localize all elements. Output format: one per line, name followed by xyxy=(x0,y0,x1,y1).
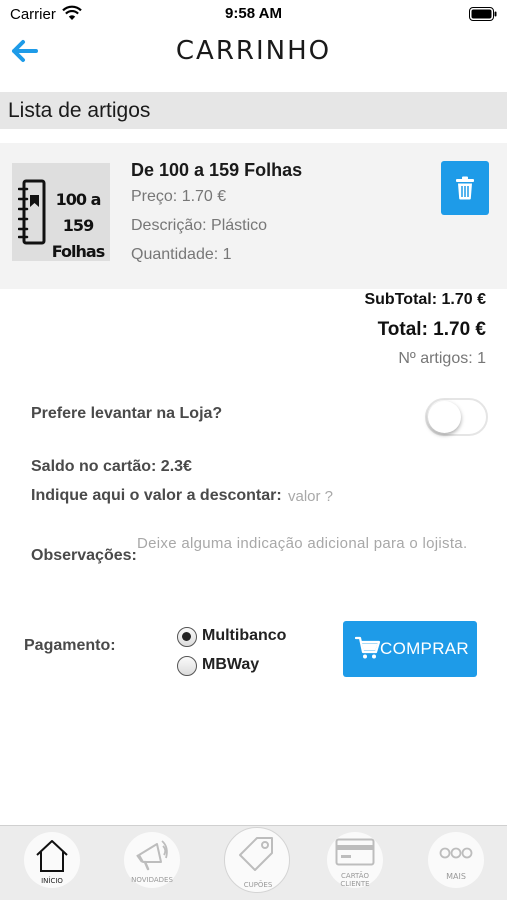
radio-button[interactable] xyxy=(177,627,197,647)
pickup-toggle[interactable] xyxy=(425,398,488,436)
payment-option-label: Multibanco xyxy=(202,627,287,644)
item-quantity: Quantidade: 1 xyxy=(131,246,232,263)
clock: 9:58 AM xyxy=(225,5,282,22)
cart-item: 100 a 159 Folhas De 100 a 159 Folhas Pre… xyxy=(0,143,507,289)
observations-label: Observações: xyxy=(31,547,137,564)
tab-coupons[interactable]: CUPÕES xyxy=(224,827,290,893)
delete-item-button[interactable] xyxy=(441,161,489,215)
megaphone-icon xyxy=(136,840,168,871)
tab-bar: INÍCIO NOVIDADES CUPÕES CARTÃO CLIENTE M… xyxy=(0,825,507,900)
tab-home[interactable]: INÍCIO xyxy=(24,832,80,888)
thumbnail-line: Folhas xyxy=(51,242,105,261)
item-price: Preço: 1.70 € xyxy=(131,188,227,205)
home-icon xyxy=(36,840,68,872)
buy-button-label: COMPRAR xyxy=(380,639,469,658)
tab-news[interactable]: NOVIDADES xyxy=(124,832,180,888)
observations-input[interactable] xyxy=(137,532,477,582)
discount-label: Indique aqui o valor a descontar: xyxy=(31,487,282,504)
radio-selected-dot xyxy=(182,632,191,641)
discount-input[interactable] xyxy=(288,483,478,509)
section-title: Lista de artigos xyxy=(8,99,151,122)
more-icon xyxy=(439,847,473,859)
section-header: Lista de artigos xyxy=(0,92,507,129)
tab-label: NOVIDADES xyxy=(131,876,173,884)
battery-icon xyxy=(469,7,497,21)
payment-label: Pagamento: xyxy=(24,637,116,654)
total: Total: 1.70 € xyxy=(377,319,486,340)
card-balance: Saldo no cartão: 2.3€ xyxy=(31,458,192,475)
tab-more[interactable]: MAIS xyxy=(428,832,484,888)
status-bar: Carrier 9:58 AM xyxy=(0,0,507,30)
tab-label: MAIS xyxy=(446,872,466,881)
card-icon xyxy=(335,838,375,866)
product-thumbnail: 100 a 159 Folhas xyxy=(12,163,110,261)
thumbnail-text: 100 a 159 Folhas xyxy=(46,187,110,265)
tab-label: CARTÃO CLIENTE xyxy=(340,872,370,888)
toggle-knob xyxy=(428,401,461,433)
page-title: CARRINHO xyxy=(175,36,332,66)
pickup-label: Prefere levantar na Loja? xyxy=(31,405,223,422)
payment-option-label: MBWay xyxy=(202,656,260,673)
cart-icon xyxy=(355,636,381,659)
tab-client-card[interactable]: CARTÃO CLIENTE xyxy=(327,832,383,888)
subtotal: SubTotal: 1.70 € xyxy=(364,291,486,308)
item-description: Descrição: Plástico xyxy=(131,217,268,234)
thumbnail-line: 100 a 159 xyxy=(55,190,102,235)
buy-button[interactable]: COMPRAR xyxy=(343,621,477,677)
notebook-icon xyxy=(18,179,46,245)
tag-icon xyxy=(239,837,273,871)
item-count: Nº artigos: 1 xyxy=(398,350,486,367)
tab-label: CUPÕES xyxy=(243,881,273,889)
item-name: De 100 a 159 Folhas xyxy=(131,160,303,180)
radio-button[interactable] xyxy=(177,656,197,676)
tab-label: INÍCIO xyxy=(41,877,63,885)
trash-icon xyxy=(456,176,474,200)
